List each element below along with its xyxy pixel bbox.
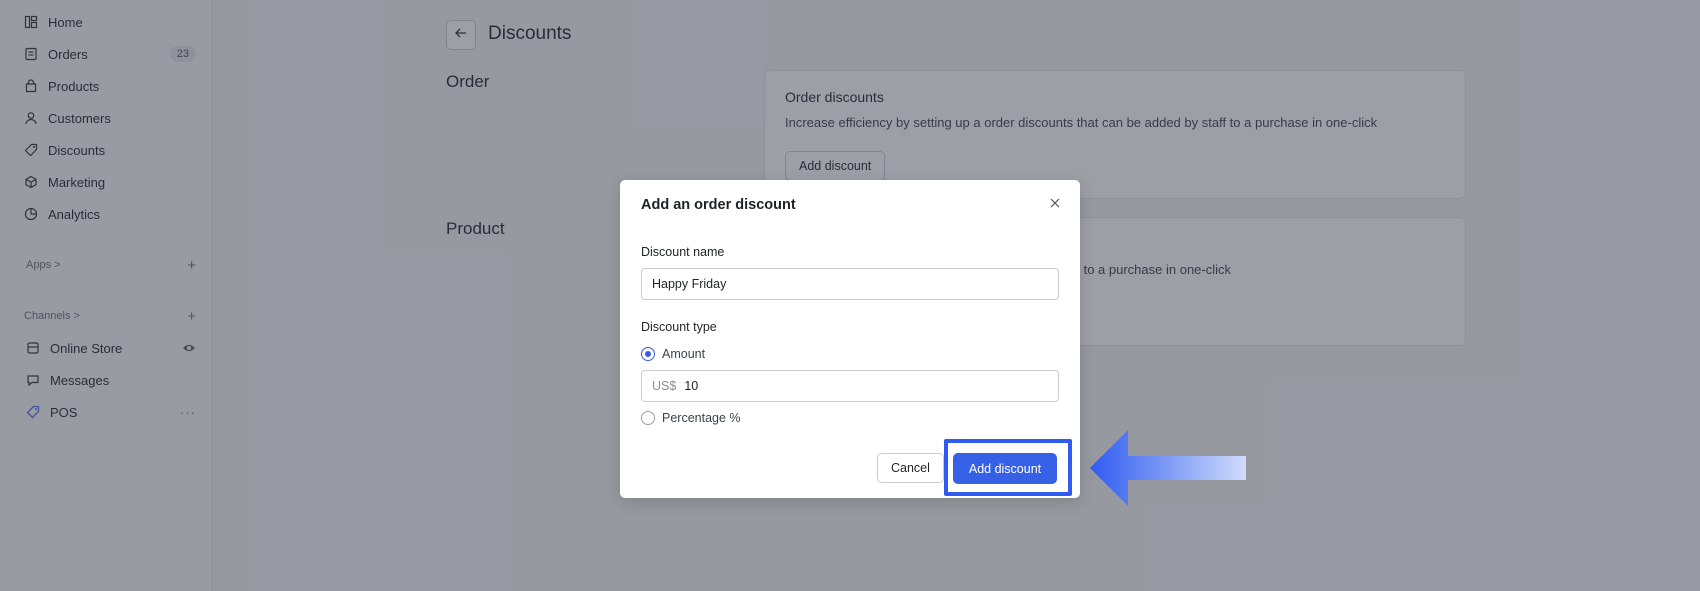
discount-name-value: Happy Friday bbox=[652, 277, 727, 291]
highlight-box bbox=[944, 439, 1072, 496]
amount-value: 10 bbox=[684, 379, 699, 393]
discount-name-label: Discount name bbox=[641, 245, 725, 259]
pointer-arrow-icon bbox=[1088, 428, 1248, 508]
discount-name-input[interactable]: Happy Friday bbox=[641, 268, 1059, 300]
percentage-radio-label: Percentage % bbox=[662, 411, 741, 425]
discount-type-label: Discount type bbox=[641, 320, 717, 334]
cancel-button[interactable]: Cancel bbox=[877, 453, 944, 483]
amount-radio-label: Amount bbox=[662, 347, 706, 361]
percentage-radio[interactable] bbox=[641, 411, 655, 425]
amount-radio-option[interactable]: Amount bbox=[641, 347, 705, 361]
amount-radio[interactable] bbox=[641, 347, 655, 361]
percentage-radio-option[interactable]: Percentage % bbox=[641, 411, 741, 425]
dialog-title: Add an order discount bbox=[641, 197, 796, 213]
currency-prefix: US$ bbox=[652, 379, 677, 393]
amount-input[interactable]: US$ 10 bbox=[641, 370, 1059, 402]
close-icon[interactable] bbox=[1048, 196, 1062, 210]
